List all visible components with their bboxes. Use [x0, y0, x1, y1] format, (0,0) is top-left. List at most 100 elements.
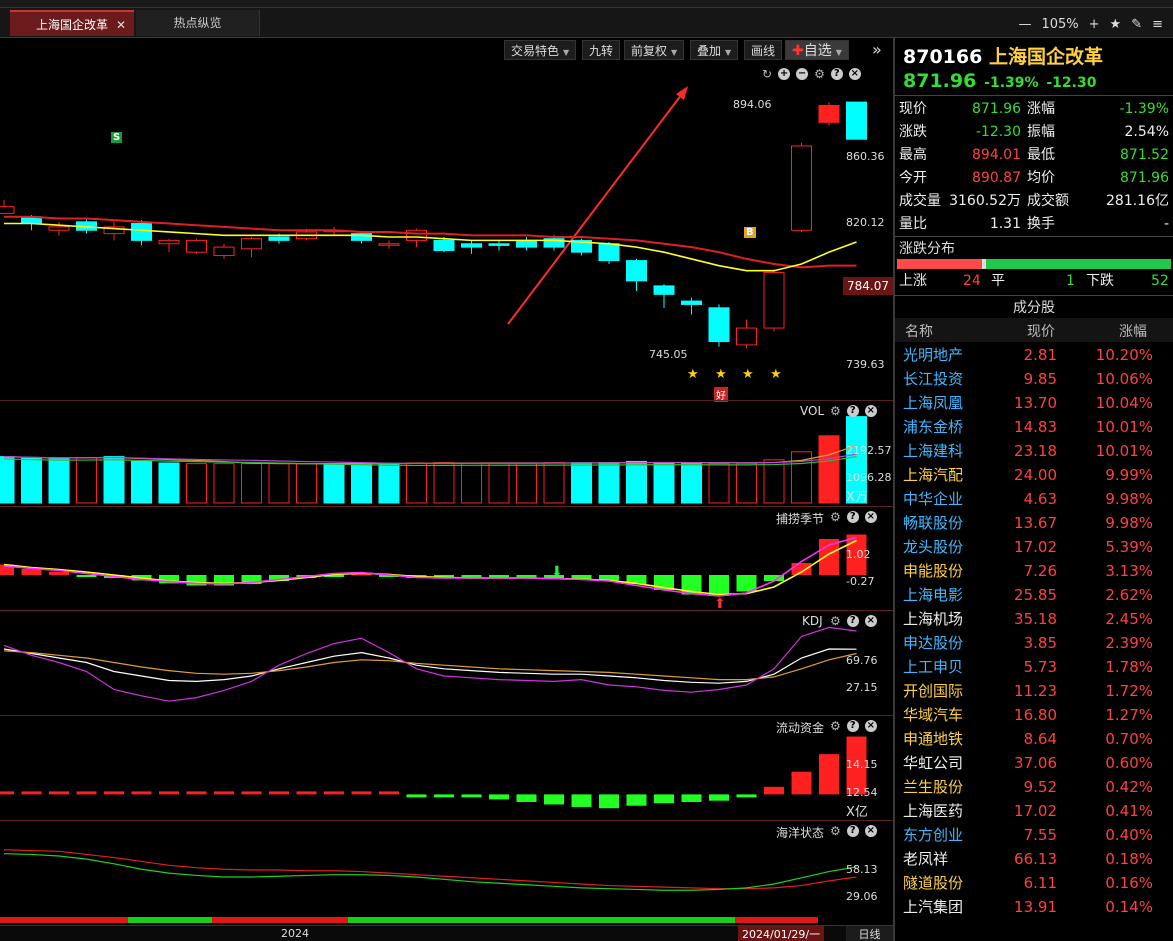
constituent-row[interactable]: 上海汽配 24.00 9.99%	[895, 463, 1173, 487]
help-icon[interactable]: ?	[846, 720, 859, 732]
constituent-row[interactable]: 申达股份 3.85 2.39%	[895, 631, 1173, 655]
stock-name[interactable]: 老凤祥	[903, 847, 948, 871]
stock-name[interactable]: 兰生股份	[903, 775, 963, 799]
constituent-row[interactable]: 老凤祥 66.13 0.18%	[895, 847, 1173, 871]
expand-icon[interactable]: »	[866, 40, 888, 60]
constituent-row[interactable]: 上海机场 35.18 2.45%	[895, 607, 1173, 631]
constituent-row[interactable]: 浦东金桥 14.83 10.01%	[895, 415, 1173, 439]
add-icon[interactable]: +	[778, 68, 791, 80]
stock-name[interactable]: 华虹公司	[903, 751, 963, 775]
volume-bar	[48, 458, 70, 504]
help-icon[interactable]: ?	[846, 405, 859, 417]
constituent-row[interactable]: 上工申贝 5.73 1.78%	[895, 655, 1173, 679]
stock-price: 37.06	[1014, 754, 1057, 772]
tab-hot-overview[interactable]: 热点纵览	[136, 10, 260, 36]
quote-label: 均价	[1027, 170, 1055, 186]
stock-name[interactable]: 中华企业	[903, 487, 963, 511]
stock-name[interactable]: 申能股份	[903, 559, 963, 583]
help-icon[interactable]: ?	[846, 615, 859, 627]
jiuzhuan-button[interactable]: 九转	[582, 40, 621, 60]
close-icon[interactable]: ×	[864, 615, 877, 627]
stock-name[interactable]: 上海电影	[903, 583, 963, 607]
trade-feature-dropdown[interactable]: 交易特色 ▼	[504, 40, 577, 60]
constituent-row[interactable]: 兰生股份 9.52 0.42%	[895, 775, 1173, 799]
gear-icon[interactable]: ⚙	[830, 824, 841, 838]
stock-name[interactable]: 上海机场	[903, 607, 963, 631]
stock-name[interactable]: 长江投资	[903, 367, 963, 391]
constituent-row[interactable]: 申能股份 7.26 3.13%	[895, 559, 1173, 583]
stock-name[interactable]: 上海凤凰	[903, 391, 963, 415]
constituent-row[interactable]: 申通地铁 8.64 0.70%	[895, 727, 1173, 751]
stock-name[interactable]: 东方创业	[903, 823, 963, 847]
minus-icon[interactable]: −	[796, 68, 809, 80]
draw-button[interactable]: 画线	[744, 40, 783, 60]
gear-icon[interactable]: ⚙	[830, 510, 841, 524]
stock-name[interactable]: 畅联股份	[903, 511, 963, 535]
stock-name[interactable]: 申达股份	[903, 631, 963, 655]
constituent-row[interactable]: 长江投资 9.85 10.06%	[895, 367, 1173, 391]
stock-name[interactable]: 隧道股份	[903, 871, 963, 895]
quote-value: 2.54%	[1124, 124, 1169, 140]
stock-name[interactable]: 上海医药	[903, 799, 963, 823]
constituent-row[interactable]: 东方创业 7.55 0.40%	[895, 823, 1173, 847]
quote-value: 871.96	[1120, 170, 1169, 186]
quote-row: 今开 890.87 均价 871.96	[895, 167, 1173, 190]
menu-icon[interactable]: ≡	[1152, 17, 1163, 32]
stock-name[interactable]: 光明地产	[903, 343, 963, 367]
stock-name[interactable]: 开创国际	[903, 679, 963, 703]
help-icon[interactable]: ?	[830, 68, 843, 80]
close-icon[interactable]: ×	[864, 405, 877, 417]
y-tick: 820.12	[846, 216, 885, 229]
gear-icon[interactable]: ⚙	[830, 719, 841, 733]
stock-price: 4.63	[1023, 490, 1057, 508]
refresh-icon[interactable]: ↻	[762, 67, 772, 81]
adjust-dropdown[interactable]: 前复权 ▼	[624, 40, 685, 60]
close-icon[interactable]: ×	[864, 511, 877, 523]
stock-name[interactable]: 申通地铁	[903, 727, 963, 751]
constituent-row[interactable]: 上海凤凰 13.70 10.04%	[895, 391, 1173, 415]
help-icon[interactable]: ?	[846, 825, 859, 837]
constituent-row[interactable]: 龙头股份 17.02 5.39%	[895, 535, 1173, 559]
zoom-in-icon[interactable]: +	[1089, 17, 1100, 32]
watchlist-dropdown[interactable]: ✚自选 ▼	[785, 40, 849, 60]
stock-name[interactable]: 华域汽车	[903, 703, 963, 727]
flow-bar	[49, 791, 69, 795]
col-name-header[interactable]: 名称	[905, 321, 933, 341]
constituent-row[interactable]: 光明地产 2.81 10.20%	[895, 343, 1173, 367]
stock-name[interactable]: 上海建科	[903, 439, 963, 463]
gear-icon[interactable]: ⚙	[830, 404, 841, 418]
constituent-row[interactable]: 上海建科 23.18 10.01%	[895, 439, 1173, 463]
col-price-header[interactable]: 现价	[1027, 321, 1055, 341]
col-pct-header[interactable]: 涨幅	[1119, 321, 1147, 341]
close-icon[interactable]: ×	[864, 825, 877, 837]
pencil-icon[interactable]: ✎	[1131, 17, 1142, 32]
stock-price: 9.85	[1023, 370, 1057, 388]
stock-name[interactable]: 浦东金桥	[903, 415, 963, 439]
stock-name[interactable]: 上海汽配	[903, 463, 963, 487]
constituent-row[interactable]: 上海电影 25.85 2.62%	[895, 583, 1173, 607]
constituent-row[interactable]: 畅联股份 13.67 9.98%	[895, 511, 1173, 535]
stock-name[interactable]: 龙头股份	[903, 535, 963, 559]
zoom-out-icon[interactable]: —	[1018, 17, 1031, 32]
star-icon[interactable]: ★	[1110, 17, 1122, 32]
constituent-row[interactable]: 开创国际 11.23 1.72%	[895, 679, 1173, 703]
gear-icon[interactable]: ⚙	[830, 614, 841, 628]
close-icon[interactable]: ✕	[116, 12, 126, 38]
constituent-row[interactable]: 上汽集团 13.91 0.14%	[895, 895, 1173, 919]
stock-name[interactable]: 上工申贝	[903, 655, 963, 679]
gear-icon[interactable]: ⚙	[814, 67, 825, 81]
constituent-row[interactable]: 华域汽车 16.80 1.27%	[895, 703, 1173, 727]
overlay-dropdown[interactable]: 叠加 ▼	[690, 40, 739, 60]
chart-area[interactable]: ★ ★ ★ ★⬇⬆	[0, 62, 893, 925]
constituent-row[interactable]: 中华企业 4.63 9.98%	[895, 487, 1173, 511]
constituent-row[interactable]: 上海医药 17.02 0.41%	[895, 799, 1173, 823]
constituent-row[interactable]: 华虹公司 37.06 0.60%	[895, 751, 1173, 775]
constituent-row[interactable]: 隧道股份 6.11 0.16%	[895, 871, 1173, 895]
close-icon[interactable]: ×	[848, 68, 861, 80]
help-icon[interactable]: ?	[846, 511, 859, 523]
stock-name[interactable]: 上汽集团	[903, 895, 963, 919]
close-icon[interactable]: ×	[864, 720, 877, 732]
unit-label: X万	[846, 490, 868, 505]
period-button[interactable]: 日线	[846, 926, 893, 941]
tab-sh-soe-reform[interactable]: 上海国企改革 ✕	[10, 10, 134, 36]
